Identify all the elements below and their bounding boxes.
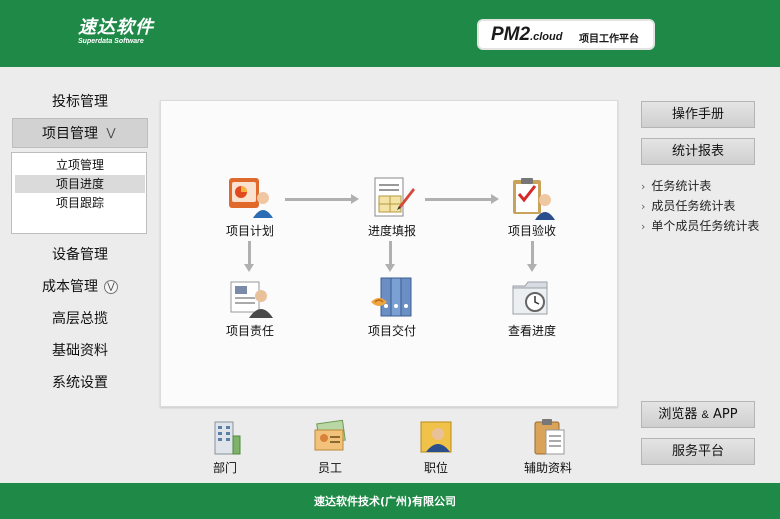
bottom-item-position[interactable]: 职位: [396, 418, 476, 476]
submenu-item-initiation[interactable]: 立项管理: [15, 156, 145, 174]
bottom-item-label: 员工: [317, 461, 342, 475]
footer-copyright: 速达软件技术(广州)有限公司: [313, 495, 457, 508]
link-member-task-stats[interactable]: › 成员任务统计表: [641, 197, 735, 214]
employee-cards-icon: [312, 418, 348, 456]
sidebar-item-cost[interactable]: 成本管理 ⋁: [12, 272, 148, 302]
product-subtitle: 项目工作平台: [579, 34, 639, 45]
logo-cn: 速达软件: [78, 17, 154, 38]
bottom-item-department[interactable]: 部门: [185, 418, 265, 476]
workflow-panel: 项目计划 进度填报 项目验收 项目责任 项目交付 查看进度: [160, 100, 618, 407]
document-person-icon: [227, 276, 273, 320]
submenu-item-progress[interactable]: 项目进度: [15, 175, 145, 193]
link-single-member-stats[interactable]: › 单个成员任务统计表: [641, 217, 759, 234]
position-person-icon: [418, 418, 454, 456]
flow-arrow: [244, 241, 254, 272]
clipboard-doc-icon: [530, 418, 566, 456]
chevron-down-icon: ⋁: [104, 280, 118, 294]
product-badge: PM2.cloud 项目工作平台: [477, 19, 655, 50]
browser-app-button[interactable]: 浏览器 & APP: [641, 401, 755, 428]
clipboard-check-icon: [509, 176, 555, 220]
submenu-item-tracking[interactable]: 项目跟踪: [15, 194, 145, 212]
chevron-right-icon: ›: [641, 180, 646, 193]
chevron-down-icon: ⋁: [106, 126, 116, 139]
flow-node-progress-report[interactable]: 进度填报: [347, 176, 437, 239]
flow-node-delivery[interactable]: 项目交付: [347, 276, 437, 339]
flow-node-label: 项目计划: [225, 224, 274, 238]
manual-button[interactable]: 操作手册: [641, 101, 755, 128]
header-bar: 速达软件 Superdata Software PM2.cloud 项目工作平台: [0, 0, 780, 67]
sidebar-item-base-data[interactable]: 基础资料: [12, 336, 148, 366]
bottom-item-label: 职位: [423, 461, 448, 475]
statistics-report-button[interactable]: 统计报表: [641, 138, 755, 165]
bottom-item-label: 辅助资料: [523, 461, 572, 475]
chevron-right-icon: ›: [641, 220, 646, 233]
logo-en: Superdata Software: [78, 38, 144, 45]
flow-arrow: [385, 241, 395, 272]
link-task-stats[interactable]: › 任务统计表: [641, 177, 711, 194]
sidebar-item-project[interactable]: 项目管理 ⋁: [12, 118, 148, 148]
flow-node-label: 进度填报: [367, 224, 416, 238]
presentation-icon: [227, 176, 273, 220]
flow-node-responsibility[interactable]: 项目责任: [205, 276, 295, 339]
flow-node-view-progress[interactable]: 查看进度: [487, 276, 577, 339]
flow-arrow: [527, 241, 537, 272]
folder-clock-icon: [509, 276, 555, 320]
flow-node-plan[interactable]: 项目计划: [205, 176, 295, 239]
flow-node-label: 项目交付: [367, 324, 416, 338]
sidebar-item-overview[interactable]: 高层总揽: [12, 304, 148, 334]
service-platform-button[interactable]: 服务平台: [641, 438, 755, 465]
project-submenu: 立项管理 项目进度 项目跟踪: [11, 152, 147, 234]
company-logo: 速达软件 Superdata Software: [78, 18, 154, 46]
chevron-right-icon: ›: [641, 200, 646, 213]
flow-node-acceptance[interactable]: 项目验收: [487, 176, 577, 239]
footer-bar: 速达软件技术(广州)有限公司: [0, 483, 780, 519]
building-icon: [207, 418, 243, 456]
binders-icon: [369, 276, 415, 320]
bottom-item-label: 部门: [212, 461, 237, 475]
sidebar-item-bidding[interactable]: 投标管理: [12, 87, 148, 117]
form-pen-icon: [369, 176, 415, 220]
sidebar-item-equipment[interactable]: 设备管理: [12, 240, 148, 270]
bottom-item-aux-data[interactable]: 辅助资料: [508, 418, 588, 476]
product-title: PM2.cloud: [491, 24, 563, 45]
flow-node-label: 项目责任: [225, 324, 274, 338]
flow-arrow: [285, 194, 359, 204]
flow-node-label: 查看进度: [507, 324, 556, 338]
sidebar-item-settings[interactable]: 系统设置: [12, 368, 148, 398]
flow-node-label: 项目验收: [507, 224, 556, 238]
bottom-item-employee[interactable]: 员工: [290, 418, 370, 476]
